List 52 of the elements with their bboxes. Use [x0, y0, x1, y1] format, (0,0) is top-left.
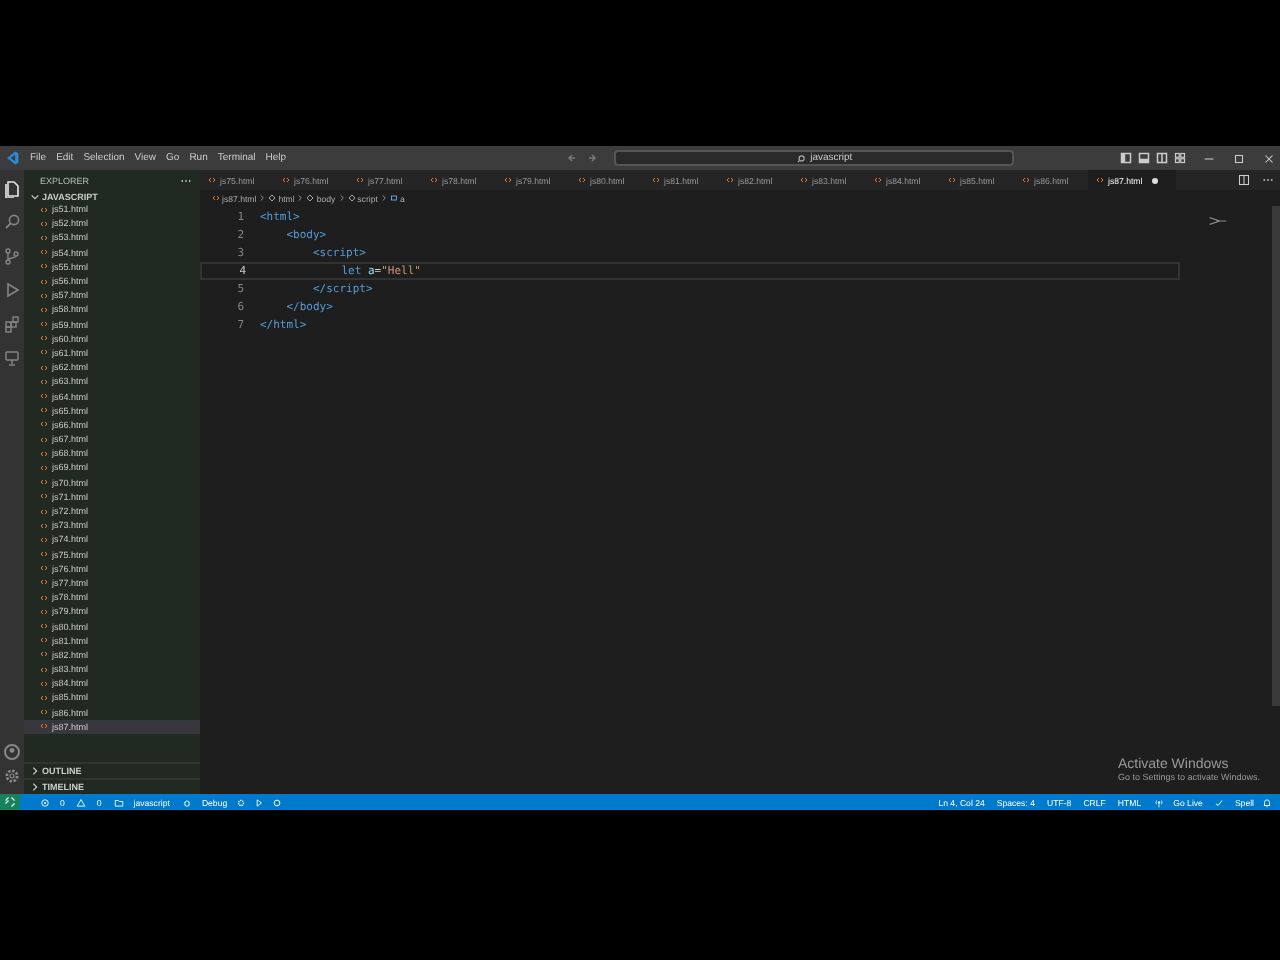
- broadcast-icon: [1153, 797, 1164, 807]
- bug-icon: [181, 797, 192, 807]
- search-icon[interactable]: [2, 212, 22, 232]
- html-file-icon: [504, 176, 512, 184]
- variable-icon: [389, 194, 398, 202]
- search-icon: [796, 153, 807, 163]
- account-icon[interactable]: [2, 742, 22, 762]
- chevron-icon: [337, 194, 346, 202]
- branch-icon[interactable]: [2, 246, 22, 266]
- remote-button[interactable]: [0, 794, 20, 810]
- chevron-icon: [296, 194, 305, 202]
- check-icon: [1214, 797, 1225, 807]
- html-file-icon: [208, 176, 216, 184]
- chevron-icon: [258, 194, 267, 202]
- settings-icon[interactable]: [2, 766, 22, 786]
- back-arrow-icon[interactable]: [566, 152, 579, 164]
- html-file-icon: [356, 176, 364, 184]
- layout-grid-icon[interactable]: [1174, 152, 1186, 164]
- app-logo-icon: [4, 150, 20, 166]
- html-file-icon: [282, 176, 290, 184]
- bell-icon[interactable]: [1262, 797, 1272, 807]
- html-file-icon: [430, 176, 438, 184]
- html-file-icon: [578, 176, 586, 184]
- files-icon[interactable]: [2, 178, 22, 198]
- sidebar-toggle-icon[interactable]: [1120, 152, 1132, 164]
- html-file-icon: [652, 176, 660, 184]
- forward-arrow-icon[interactable]: [586, 152, 599, 164]
- html-file-icon: [726, 176, 734, 184]
- chevron-icon[interactable]: [30, 191, 40, 201]
- html-file-icon: [874, 176, 882, 184]
- folder-icon: [113, 797, 124, 807]
- html-file-icon: [1022, 176, 1030, 184]
- sync-icon[interactable]: [271, 797, 282, 807]
- html-file-icon: [212, 194, 220, 202]
- html-file-icon: [948, 176, 956, 184]
- warning-icon: [76, 797, 87, 807]
- monitor-icon[interactable]: [2, 348, 22, 368]
- panel-toggle-icon[interactable]: [1138, 152, 1150, 164]
- split-editor-icon[interactable]: [1238, 174, 1250, 186]
- play-icon[interactable]: [253, 797, 264, 807]
- html-file-icon: [800, 176, 808, 184]
- gear-icon[interactable]: [235, 797, 246, 807]
- element-icon: [347, 194, 356, 202]
- close-icon[interactable]: [1262, 151, 1276, 165]
- maximize-icon[interactable]: [1232, 151, 1246, 165]
- html-file-icon: [1096, 176, 1104, 184]
- split-layout-icon[interactable]: [1156, 152, 1168, 164]
- extensions-icon[interactable]: [2, 314, 22, 334]
- chevron-icon: [379, 194, 388, 202]
- element-icon: [306, 194, 315, 202]
- error-icon: [40, 797, 50, 807]
- element-icon: [268, 194, 277, 202]
